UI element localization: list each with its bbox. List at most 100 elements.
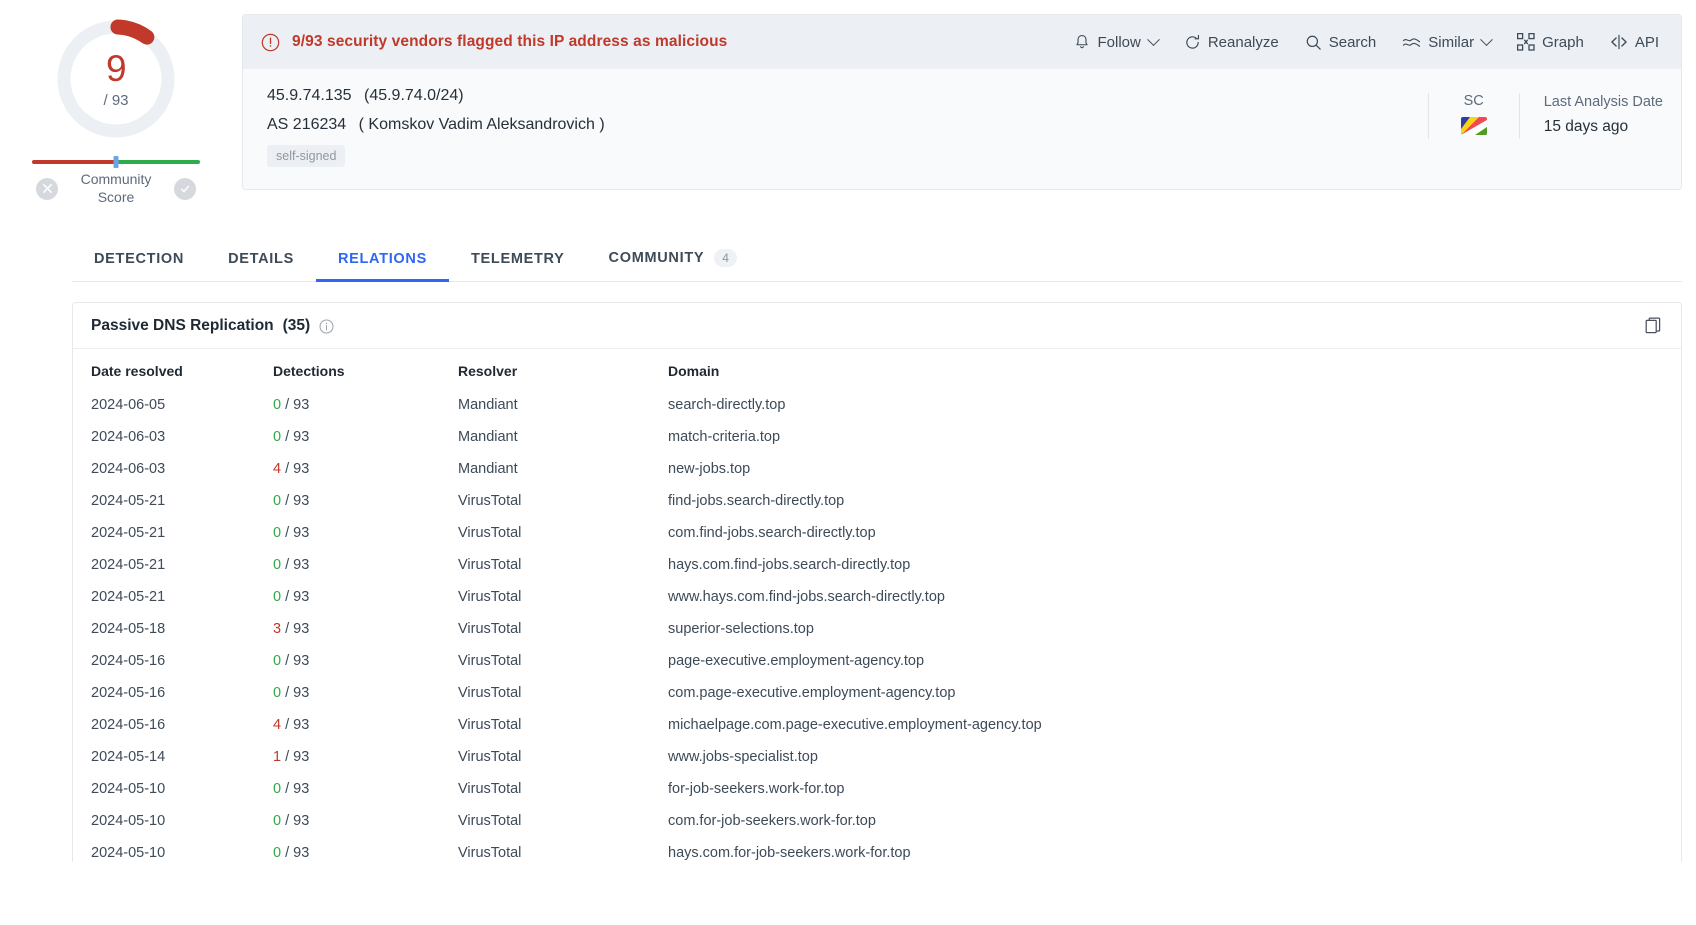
detection-total: / 93 [281,493,309,509]
domain-link[interactable]: hays.com.for-job-seekers.work-for.top [668,845,911,861]
domain-link[interactable]: superior-selections.top [668,621,814,637]
similar-button[interactable]: Similar [1402,34,1491,51]
cell-resolver: Mandiant [458,421,668,453]
detection-total: / 93 [281,397,309,413]
domain-link[interactable]: com.find-jobs.search-directly.top [668,525,876,541]
cell-domain[interactable]: match-criteria.top [668,421,1681,453]
domain-link[interactable]: www.hays.com.find-jobs.search-directly.t… [668,589,945,605]
detection-total: / 93 [281,557,309,573]
passive-dns-title: Passive DNS Replication [91,317,274,335]
country-block: SC [1453,93,1495,135]
cell-resolver: VirusTotal [458,709,668,741]
tab-detection[interactable]: DETECTION [72,251,206,281]
ip-info-block: 45.9.74.135 (45.9.74.0/24) AS 216234 ( K… [267,87,1404,167]
score-column: 9 / 93 Community [0,0,232,206]
domain-link[interactable]: com.page-executive.employment-agency.top [668,685,955,701]
detection-count: 4 [273,717,281,733]
ip-address-line: 45.9.74.135 (45.9.74.0/24) [267,87,1404,105]
domain-link[interactable]: com.for-job-seekers.work-for.top [668,813,876,829]
top-section: 9 / 93 Community [0,0,1696,206]
info-circle-icon[interactable] [319,319,334,334]
col-domain: Domain [668,349,1681,389]
cell-detections: 0 / 93 [273,581,458,613]
community-bar-positive [116,160,200,164]
cell-domain[interactable]: new-jobs.top [668,453,1681,485]
cell-date-resolved: 2024-05-10 [73,773,273,805]
as-owner: ( Komskov Vadim Aleksandrovich ) [359,116,605,133]
detection-total: / 93 [281,749,309,765]
domain-link[interactable]: michaelpage.com.page-executive.employmen… [668,717,1042,733]
detection-count: 0 [273,429,281,445]
table-row: 2024-06-030 / 93Mandiantmatch-criteria.t… [73,421,1681,453]
domain-link[interactable]: new-jobs.top [668,461,750,477]
cell-domain[interactable]: www.hays.com.find-jobs.search-directly.t… [668,581,1681,613]
cell-date-resolved: 2024-05-16 [73,645,273,677]
passive-dns-section: Passive DNS Replication (35) Date reso [72,302,1682,862]
cell-domain[interactable]: com.find-jobs.search-directly.top [668,517,1681,549]
table-row: 2024-05-210 / 93VirusTotalcom.find-jobs.… [73,517,1681,549]
detection-count: 0 [273,397,281,413]
graph-button[interactable]: Graph [1517,33,1584,51]
cell-domain[interactable]: hays.com.for-job-seekers.work-for.top [668,837,1681,862]
cell-domain[interactable]: page-executive.employment-agency.top [668,645,1681,677]
search-icon [1305,34,1322,51]
x-glyph-icon [42,183,53,194]
tab-community-badge: 4 [714,249,737,267]
self-signed-tag: self-signed [267,145,345,167]
reanalyze-label: Reanalyze [1208,34,1279,51]
cell-domain[interactable]: com.page-executive.employment-agency.top [668,677,1681,709]
detection-count: 0 [273,685,281,701]
detection-count: 0 [273,589,281,605]
cell-domain[interactable]: www.jobs-specialist.top [668,741,1681,773]
cell-date-resolved: 2024-05-16 [73,677,273,709]
api-label: API [1635,34,1659,51]
domain-link[interactable]: page-executive.employment-agency.top [668,653,924,669]
refresh-icon [1184,34,1201,51]
tab-relations[interactable]: RELATIONS [316,251,449,281]
tab-community-label: COMMUNITY [609,250,705,266]
cell-domain[interactable]: hays.com.find-jobs.search-directly.top [668,549,1681,581]
domain-link[interactable]: hays.com.find-jobs.search-directly.top [668,557,910,573]
cell-domain[interactable]: search-directly.top [668,389,1681,421]
cell-resolver: VirusTotal [458,517,668,549]
cell-date-resolved: 2024-05-10 [73,837,273,862]
domain-link[interactable]: match-criteria.top [668,429,780,445]
cell-domain[interactable]: superior-selections.top [668,613,1681,645]
cell-domain[interactable]: com.for-job-seekers.work-for.top [668,805,1681,837]
cell-domain[interactable]: find-jobs.search-directly.top [668,485,1681,517]
cell-domain[interactable]: michaelpage.com.page-executive.employmen… [668,709,1681,741]
reanalyze-button[interactable]: Reanalyze [1184,34,1279,51]
table-row: 2024-05-210 / 93VirusTotalwww.hays.com.f… [73,581,1681,613]
malicious-alert-text: 9/93 security vendors flagged this IP ad… [292,33,727,51]
cell-resolver: VirusTotal [458,837,668,862]
follow-label: Follow [1097,34,1140,51]
tab-telemetry[interactable]: TELEMETRY [449,251,587,281]
detection-total: / 93 [281,845,309,861]
cell-domain[interactable]: for-job-seekers.work-for.top [668,773,1681,805]
detection-total: / 93 [281,685,309,701]
virustotal-ip-report-page: 9 / 93 Community [0,0,1696,925]
follow-button[interactable]: Follow [1074,34,1157,51]
detection-count: 0 [273,557,281,573]
detection-total: / 93 [281,621,309,637]
seychelles-flag-icon [1461,117,1487,135]
x-circle-icon[interactable] [36,178,58,200]
cell-resolver: VirusTotal [458,613,668,645]
domain-link[interactable]: for-job-seekers.work-for.top [668,781,844,797]
copy-icon[interactable] [1645,317,1663,335]
domain-link[interactable]: www.jobs-specialist.top [668,749,818,765]
graph-icon [1517,33,1535,51]
cell-detections: 0 / 93 [273,421,458,453]
tab-details[interactable]: DETAILS [206,251,316,281]
cell-resolver: VirusTotal [458,805,668,837]
domain-link[interactable]: search-directly.top [668,397,785,413]
api-button[interactable]: API [1610,34,1659,51]
cell-detections: 0 / 93 [273,549,458,581]
search-button[interactable]: Search [1305,34,1377,51]
tab-community[interactable]: COMMUNITY 4 [587,249,759,281]
domain-link[interactable]: find-jobs.search-directly.top [668,493,844,509]
table-row: 2024-05-210 / 93VirusTotalfind-jobs.sear… [73,485,1681,517]
table-body: 2024-06-050 / 93Mandiantsearch-directly.… [73,389,1681,862]
check-circle-icon[interactable] [174,178,196,200]
cell-date-resolved: 2024-06-03 [73,453,273,485]
